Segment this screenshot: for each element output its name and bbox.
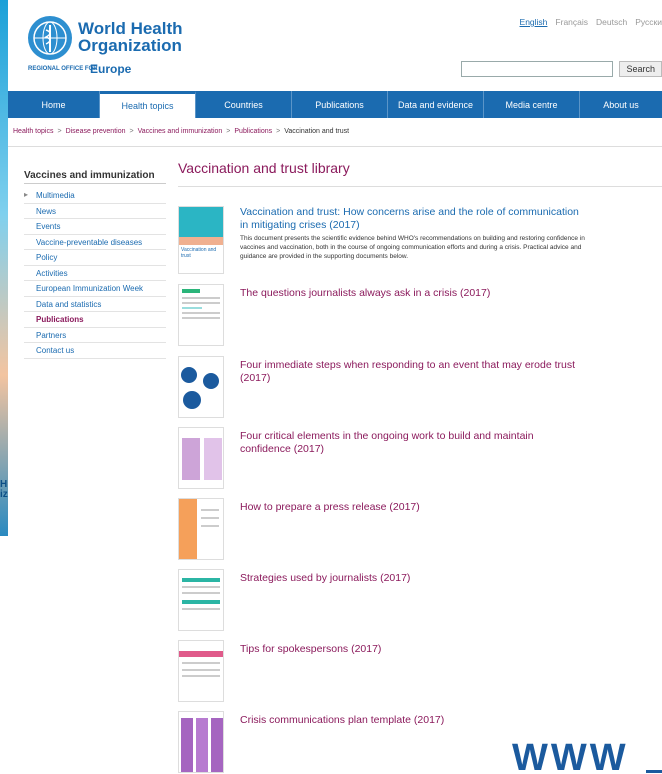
publication-description: This document presents the scientific ev… (240, 235, 585, 260)
background-poster-text: H iz (0, 480, 8, 500)
publication-thumbnail[interactable] (178, 498, 224, 560)
breadcrumb-publications[interactable]: Publications (234, 128, 272, 135)
page-title: Vaccination and trust library (178, 160, 350, 176)
nav-data-evidence[interactable]: Data and evidence (388, 91, 484, 118)
sidebar-item-events[interactable]: Events (24, 219, 166, 235)
divider (8, 146, 662, 147)
logo-title: World Health Organization (78, 19, 183, 55)
publication-thumbnail[interactable] (178, 569, 224, 631)
lang-french[interactable]: Français (555, 17, 588, 27)
breadcrumb: Health topics > Disease prevention > Vac… (13, 128, 349, 135)
main-nav: Home Health topics Countries Publication… (8, 91, 662, 118)
nav-media-centre[interactable]: Media centre (484, 91, 580, 118)
lang-english[interactable]: English (520, 17, 548, 27)
publication-link[interactable]: Tips for spokespersons (2017) (240, 643, 580, 656)
publication-thumbnail[interactable] (178, 284, 224, 346)
nav-countries[interactable]: Countries (196, 91, 292, 118)
logo-region: REGIONAL OFFICE FOR (28, 66, 98, 72)
publication-thumbnail[interactable] (178, 427, 224, 489)
publication-link[interactable]: Crisis communications plan template (201… (240, 714, 580, 727)
breadcrumb-health-topics[interactable]: Health topics (13, 128, 53, 135)
sidebar-item-partners[interactable]: Partners (24, 328, 166, 343)
breadcrumb-separator: > (129, 128, 134, 135)
nav-about-us[interactable]: About us (580, 91, 662, 118)
breadcrumb-separator: > (57, 128, 62, 135)
header: World Health Organization REGIONAL OFFIC… (8, 0, 662, 90)
sidebar-item-data[interactable]: Data and statistics (24, 297, 166, 312)
language-switcher: English Français Deutsch Русски (520, 17, 662, 27)
publication-thumbnail[interactable]: Vaccination and trust (178, 206, 224, 274)
publication-link[interactable]: How to prepare a press release (2017) (240, 501, 580, 514)
www-overlay-text: WWW (512, 737, 629, 774)
breadcrumb-current: Vaccination and trust (284, 128, 350, 135)
publication-thumbnail[interactable] (178, 640, 224, 702)
publication-link[interactable]: The questions journalists always ask in … (240, 287, 580, 300)
breadcrumb-vaccines[interactable]: Vaccines and immunization (138, 128, 223, 135)
search-button[interactable]: Search (619, 61, 662, 77)
sidebar-item-publications[interactable]: Publications (24, 312, 166, 328)
logo-europe: Europe (90, 62, 132, 76)
publication-link[interactable]: Vaccination and trust: How concerns aris… (240, 206, 580, 232)
breadcrumb-separator: > (276, 128, 281, 135)
publication-link[interactable]: Four critical elements in the ongoing wo… (240, 430, 580, 456)
publication-link[interactable]: Strategies used by journalists (2017) (240, 572, 580, 585)
web-page: World Health Organization REGIONAL OFFIC… (8, 0, 662, 774)
who-logo[interactable]: World Health Organization REGIONAL OFFIC… (28, 14, 188, 82)
nav-publications[interactable]: Publications (292, 91, 388, 118)
sidebar-item-activities[interactable]: Activities (24, 266, 166, 281)
sidebar-title: Vaccines and immunization (24, 170, 166, 184)
publication-thumbnail[interactable] (178, 356, 224, 418)
breadcrumb-separator: > (226, 128, 231, 135)
nav-home[interactable]: Home (8, 91, 100, 118)
divider (178, 186, 662, 187)
background-poster-edge (0, 0, 8, 536)
breadcrumb-disease-prevention[interactable]: Disease prevention (66, 128, 126, 135)
sidebar-item-news[interactable]: News (24, 204, 166, 219)
sidebar-item-contact[interactable]: Contact us (24, 343, 166, 359)
sidebar-item-eiw[interactable]: European Immunization Week (24, 281, 166, 297)
sidebar: Vaccines and immunization Multimedia New… (24, 170, 166, 359)
www-overlay-underline (646, 770, 662, 773)
who-emblem-icon (28, 16, 72, 60)
lang-russian[interactable]: Русски (635, 17, 662, 27)
sidebar-item-policy[interactable]: Policy (24, 250, 166, 266)
thumbnail-title: Vaccination and trust (181, 247, 217, 259)
publication-link[interactable]: Four immediate steps when responding to … (240, 359, 580, 385)
lang-german[interactable]: Deutsch (596, 17, 627, 27)
publication-thumbnail[interactable] (178, 711, 224, 773)
search-input[interactable] (461, 61, 614, 77)
search-bar: Search (461, 61, 662, 77)
sidebar-item-vpd[interactable]: Vaccine-preventable diseases (24, 235, 166, 250)
nav-health-topics[interactable]: Health topics (100, 91, 196, 118)
sidebar-item-multimedia[interactable]: Multimedia (24, 188, 166, 204)
